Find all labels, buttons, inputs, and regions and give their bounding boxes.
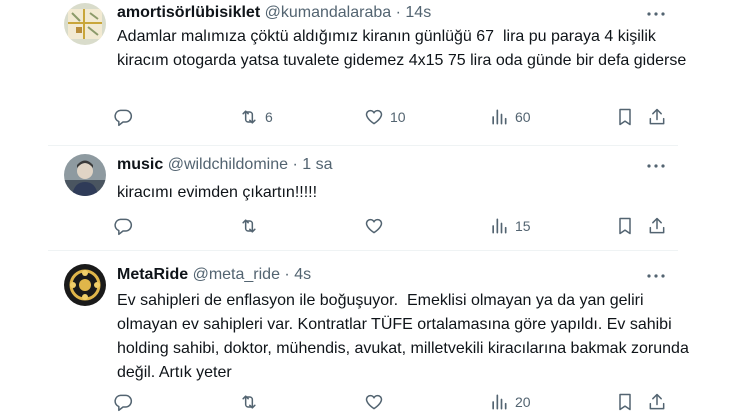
more-icon[interactable] bbox=[646, 156, 666, 176]
timestamp[interactable]: 4s bbox=[294, 266, 311, 283]
views-button[interactable]: 60 bbox=[489, 105, 531, 129]
reply-button[interactable] bbox=[113, 390, 139, 414]
like-button[interactable] bbox=[364, 214, 390, 238]
more-icon[interactable] bbox=[646, 266, 666, 286]
like-count: 10 bbox=[390, 109, 406, 125]
like-icon bbox=[364, 107, 384, 127]
separator: · bbox=[292, 156, 298, 173]
timestamp[interactable]: 1 sa bbox=[302, 156, 332, 173]
bookmark-icon bbox=[615, 107, 635, 127]
share-icon bbox=[647, 392, 667, 412]
views-icon bbox=[489, 107, 509, 127]
avatar[interactable] bbox=[64, 264, 106, 306]
like-icon bbox=[364, 216, 384, 236]
repost-icon bbox=[239, 392, 259, 412]
repost-icon bbox=[239, 216, 259, 236]
reply-button[interactable] bbox=[113, 105, 139, 129]
separator: · bbox=[395, 4, 401, 21]
like-button[interactable] bbox=[364, 390, 390, 414]
tweet-text: Adamlar malımıza çöktü aldığımız kiranın… bbox=[117, 28, 687, 69]
action-bar: 15 bbox=[113, 214, 673, 238]
bookmark-button[interactable] bbox=[615, 390, 635, 414]
bookmark-icon bbox=[615, 392, 635, 412]
share-button[interactable] bbox=[647, 105, 667, 129]
tweet-header: MetaRide @meta_ride · 4s bbox=[117, 263, 311, 287]
action-bar: 20 bbox=[113, 390, 673, 414]
tweet-header: music @wildchildomine · 1 sa bbox=[117, 153, 332, 177]
views-button[interactable]: 20 bbox=[489, 390, 531, 414]
repost-button[interactable] bbox=[239, 390, 265, 414]
tweet-divider bbox=[48, 250, 678, 251]
tweet-header: amortisörlübisiklet @kumandalaraba · 14s bbox=[117, 1, 431, 25]
handle[interactable]: @wildchildomine bbox=[168, 156, 288, 173]
tweet[interactable]: amortisörlübisiklet @kumandalaraba · 14s… bbox=[0, 0, 730, 148]
share-icon bbox=[647, 216, 667, 236]
bookmark-button[interactable] bbox=[615, 105, 635, 129]
tweet-text: Ev sahipleri de enflasyon ile boğuşuyor.… bbox=[117, 292, 694, 381]
bookmark-icon bbox=[615, 216, 635, 236]
reply-icon bbox=[113, 107, 133, 127]
views-count: 15 bbox=[515, 218, 531, 234]
action-bar: 6 10 60 bbox=[113, 105, 673, 129]
reply-icon bbox=[113, 216, 133, 236]
share-icon bbox=[647, 107, 667, 127]
tweet[interactable]: music @wildchildomine · 1 sa kiracımı ev… bbox=[0, 148, 730, 252]
timestamp[interactable]: 14s bbox=[405, 4, 431, 21]
separator: · bbox=[284, 266, 290, 283]
tweet-divider bbox=[48, 145, 678, 146]
repost-button[interactable] bbox=[239, 214, 265, 238]
reply-button[interactable] bbox=[113, 214, 139, 238]
views-count: 60 bbox=[515, 109, 531, 125]
handle[interactable]: @meta_ride bbox=[193, 266, 280, 283]
like-icon bbox=[364, 392, 384, 412]
avatar[interactable] bbox=[64, 154, 106, 196]
more-icon[interactable] bbox=[646, 4, 666, 24]
bookmark-button[interactable] bbox=[615, 214, 635, 238]
repost-count: 6 bbox=[265, 109, 273, 125]
display-name[interactable]: MetaRide bbox=[117, 266, 188, 283]
views-count: 20 bbox=[515, 394, 531, 410]
display-name[interactable]: music bbox=[117, 156, 163, 173]
share-button[interactable] bbox=[647, 390, 667, 414]
views-icon bbox=[489, 216, 509, 236]
views-button[interactable]: 15 bbox=[489, 214, 531, 238]
display-name[interactable]: amortisörlübisiklet bbox=[117, 4, 260, 21]
share-button[interactable] bbox=[647, 214, 667, 238]
like-button[interactable]: 10 bbox=[364, 105, 406, 129]
handle[interactable]: @kumandalaraba bbox=[265, 4, 392, 21]
views-icon bbox=[489, 392, 509, 412]
repost-button[interactable]: 6 bbox=[239, 105, 273, 129]
reply-icon bbox=[113, 392, 133, 412]
tweet[interactable]: MetaRide @meta_ride · 4s Ev sahipleri de… bbox=[0, 252, 730, 420]
avatar[interactable] bbox=[64, 3, 106, 45]
tweet-text: kiracımı evimden çıkartın!!!!! bbox=[117, 184, 318, 201]
repost-icon bbox=[239, 107, 259, 127]
